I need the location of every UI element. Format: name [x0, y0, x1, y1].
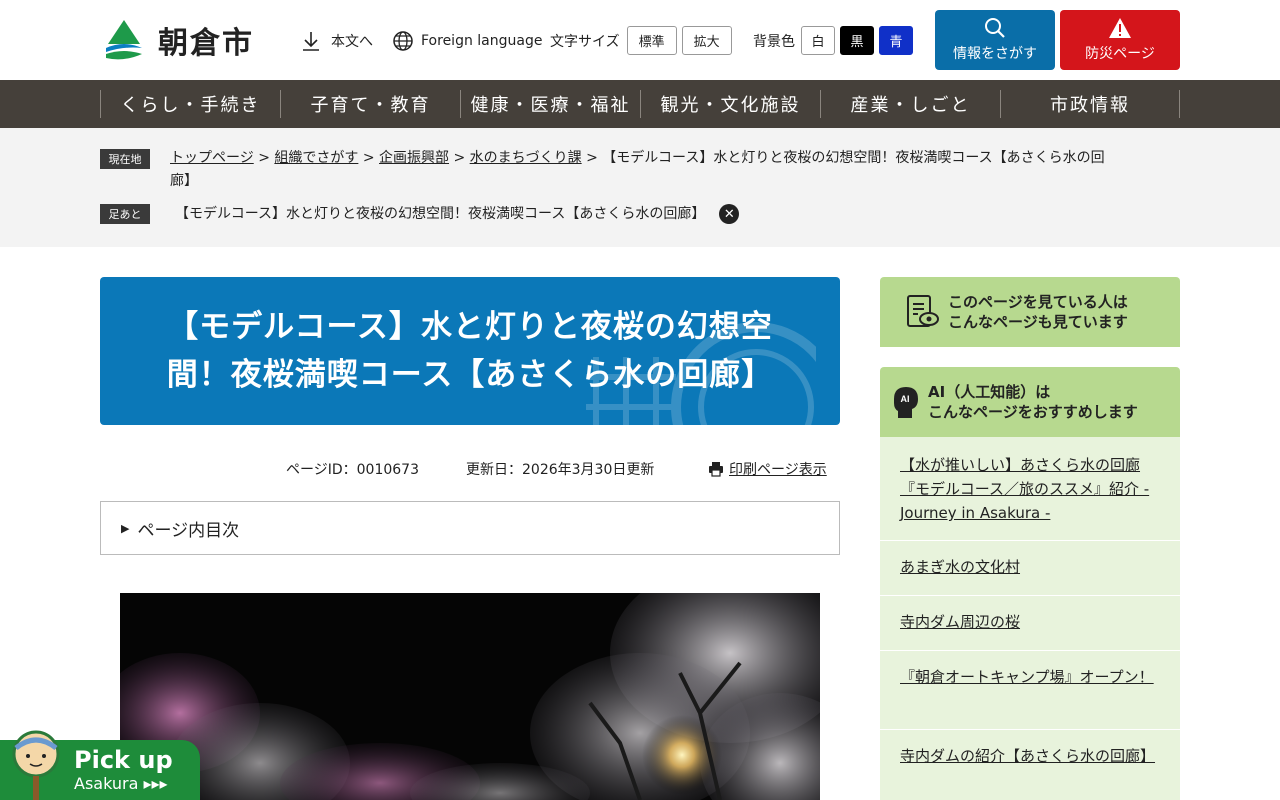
list-divider: [880, 595, 1180, 596]
ai-recommend-title-line2: こんなページをおすすめします: [928, 403, 1138, 421]
font-size-large-button[interactable]: 拡大: [681, 26, 732, 55]
viewed-pages-header: このページを見ている人は こんなページも見ています: [880, 277, 1180, 347]
recommended-link-terauchi-dam[interactable]: 寺内ダムの紹介【あさくら水の回廊】: [900, 744, 1162, 768]
page-title-box: 【モデルコース】水と灯りと夜桜の幻想空 間！夜桜満喫コース【あさくら水の回廊】: [100, 277, 840, 425]
triangle-right-icon: ▶: [121, 521, 130, 535]
recommended-list: 【水が推いしい】あさくら水の回廊『モデルコース／旅のススメ』紹介 - Journ…: [880, 437, 1180, 800]
history-item[interactable]: 【モデルコース】水と灯りと夜桜の幻想空間！夜桜満喫コース【あさくら水の回廊】: [175, 206, 705, 222]
ai-recommend-title-line1: AI（人工知能）は: [928, 383, 1051, 401]
logo-text: 朝倉市: [158, 26, 254, 61]
foreign-language-link[interactable]: Foreign language: [392, 30, 542, 52]
breadcrumb-link-organization[interactable]: 組織でさがす: [274, 150, 358, 166]
breadcrumb-link-top[interactable]: トップページ: [170, 150, 254, 166]
history-trail: 【モデルコース】水と灯りと夜桜の幻想空間！夜桜満喫コース【あさくら水の回廊】 ✕: [175, 203, 1175, 226]
ai-icon-text: AI: [901, 394, 910, 404]
disaster-page-label: 防災ページ: [1085, 46, 1155, 62]
close-icon[interactable]: ✕: [719, 204, 740, 224]
nav-item-kenko[interactable]: 健康・医療・福祉: [460, 90, 640, 118]
bg-color-controls: 背景色 白 黒 青: [753, 26, 913, 55]
pickup-title: Pick up: [74, 746, 173, 774]
breadcrumb-separator: >: [258, 150, 270, 166]
viewed-pages-title-line1: このページを見ている人は: [948, 293, 1128, 311]
list-divider: [880, 540, 1180, 541]
night-sakura-photo: [120, 593, 820, 800]
nav-item-kanko[interactable]: 観光・文化施設: [640, 90, 820, 118]
font-size-standard-button[interactable]: 標準: [626, 26, 677, 55]
mascot-icon: [12, 730, 60, 800]
pickup-subtitle: Asakura ▸▸▸: [74, 774, 168, 793]
global-nav: くらし・手続き 子育て・教育 健康・医療・福祉 観光・文化施設 産業・しごと 市…: [0, 80, 1280, 128]
breadcrumb-link-planning[interactable]: 企画振興部: [379, 150, 449, 166]
print-page-link[interactable]: 印刷ページ表示: [708, 459, 827, 479]
globe-icon: [393, 31, 413, 51]
page-id: ページID：0010673: [286, 462, 419, 478]
current-location-tag: 現在地: [100, 149, 150, 169]
nav-item-shisei[interactable]: 市政情報: [1000, 90, 1180, 118]
warning-icon: [1109, 18, 1131, 38]
ai-recommend-title: AI（人工知能）は こんなページをおすすめします: [928, 382, 1138, 422]
breadcrumb-link-water-town[interactable]: 水のまちづくり課: [470, 150, 582, 166]
bg-color-label: 背景色: [753, 33, 795, 50]
page-title: 【モデルコース】水と灯りと夜桜の幻想空 間！夜桜満喫コース【あさくら水の回廊】: [120, 303, 820, 399]
bg-white-button[interactable]: 白: [801, 26, 835, 55]
updated-date: 更新日：2026年3月30日更新: [466, 462, 655, 478]
skip-to-content-link[interactable]: 本文へ: [300, 30, 373, 52]
bg-blue-button[interactable]: 青: [879, 26, 913, 55]
search-icon: [985, 18, 1005, 38]
printer-icon: [709, 462, 723, 477]
list-divider: [880, 650, 1180, 651]
print-page-label: 印刷ページ表示: [729, 462, 827, 478]
nav-item-kosodate[interactable]: 子育て・教育: [280, 90, 460, 118]
list-divider: [880, 729, 1180, 730]
site-logo[interactable]: 朝倉市: [100, 18, 254, 62]
breadcrumb: トップページ > 組織でさがす > 企画振興部 > 水のまちづくり課 > 【モデ…: [170, 147, 1170, 193]
bg-black-button[interactable]: 黒: [840, 26, 874, 55]
breadcrumb-separator: >: [362, 150, 375, 166]
breadcrumb-current: 【モデルコース】水と灯りと夜桜の幻想空間！夜桜満喫コース【あさくら水の回: [602, 150, 1105, 166]
viewed-pages-title: このページを見ている人は こんなページも見ています: [948, 292, 1128, 332]
skip-to-content-label: 本文へ: [331, 34, 373, 50]
city-emblem-icon: [106, 20, 142, 60]
breadcrumb-current-cont: 廊】: [170, 173, 198, 189]
table-of-contents-toggle[interactable]: ▶ ページ内目次: [100, 501, 840, 555]
page-title-line2: 間！夜桜満喫コース【あさくら水の回廊】: [166, 357, 774, 393]
breadcrumb-separator: >: [453, 150, 466, 166]
search-info-button[interactable]: 情報をさがす: [935, 10, 1055, 70]
recommended-link-amagi[interactable]: あまぎ水の文化村: [900, 555, 1162, 579]
breadcrumb-area: 現在地 トップページ > 組織でさがす > 企画振興部 > 水のまちづくり課 >…: [0, 128, 1280, 247]
foreign-language-label: Foreign language: [421, 33, 543, 49]
recommended-link-terauchi-sakura[interactable]: 寺内ダム周辺の桜: [900, 610, 1162, 634]
ai-recommend-header: AI AI（人工知能）は こんなページをおすすめします: [880, 367, 1180, 437]
night-sakura-image: [120, 593, 820, 800]
nav-item-kurashi[interactable]: くらし・手続き: [100, 90, 280, 118]
font-size-controls: 文字サイズ 標準 拡大: [550, 26, 732, 55]
font-size-label: 文字サイズ: [550, 33, 620, 50]
nav-item-sangyo[interactable]: 産業・しごと: [820, 90, 1000, 118]
download-arrow-icon: [303, 32, 319, 51]
disaster-page-button[interactable]: 防災ページ: [1060, 10, 1180, 70]
breadcrumb-separator: >: [586, 150, 598, 166]
document-eye-icon: [907, 295, 939, 327]
toc-label: ページ内目次: [137, 520, 240, 541]
history-tag: 足あと: [100, 204, 150, 224]
page-title-line1: 【モデルコース】水と灯りと夜桜の幻想空: [167, 309, 773, 345]
recommended-link-autocamp[interactable]: 『朝倉オートキャンプ場』オープン！: [900, 665, 1162, 689]
recommended-link-journey[interactable]: 【水が推いしい】あさくら水の回廊『モデルコース／旅のススメ』紹介 - Journ…: [900, 453, 1162, 525]
ai-head-icon: AI: [894, 387, 918, 418]
viewed-pages-title-line2: こんなページも見ています: [948, 313, 1128, 331]
search-info-label: 情報をさがす: [953, 46, 1037, 62]
site-header: 朝倉市 本文へ Foreign language 文字サイズ 標準 拡大 背景色…: [0, 0, 1280, 80]
